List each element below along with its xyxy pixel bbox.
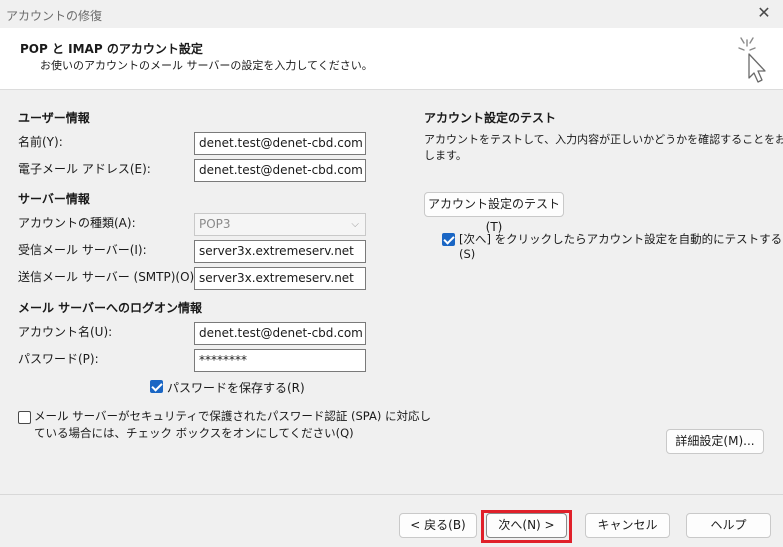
account-type-select: POP3 ⌵ — [194, 213, 366, 236]
more-settings-button[interactable]: 詳細設定(M)... — [666, 429, 764, 454]
incoming-server-label: 受信メール サーバー(I): — [18, 243, 147, 257]
user-info-heading: ユーザー情報 — [18, 111, 90, 125]
next-button-highlight — [481, 510, 572, 543]
account-type-label: アカウントの種類(A): — [18, 216, 136, 230]
test-heading: アカウント設定のテスト — [424, 111, 557, 125]
footer-divider — [0, 494, 783, 495]
dialog-header: POP と IMAP のアカウント設定 お使いのアカウントのメール サーバーの設… — [0, 28, 783, 90]
title-bar: アカウントの修復 ✕ — [0, 0, 783, 28]
spa-label-line2: ている場合には、チェック ボックスをオンにしてください(Q) — [34, 426, 354, 440]
logon-info-heading: メール サーバーへのログオン情報 — [18, 301, 203, 315]
spa-checkbox[interactable] — [18, 411, 31, 424]
back-button[interactable]: < 戻る(B) — [399, 513, 477, 538]
account-name-field[interactable]: denet.test@denet-cbd.com — [194, 322, 366, 345]
chevron-down-icon: ⌵ — [351, 219, 359, 230]
remember-password-label: パスワードを保存する(R) — [167, 381, 305, 395]
test-account-settings-button[interactable]: アカウント設定のテスト(T) — [424, 192, 564, 234]
auto-test-label-line1: [次へ] をクリックしたらアカウント設定を自動的にテストする — [459, 232, 783, 246]
header-title: POP と IMAP のアカウント設定 — [20, 42, 203, 56]
email-field[interactable]: denet.test@denet-cbd.com — [194, 159, 366, 182]
test-description-line1: アカウントをテストして、入力内容が正しいかどうかを確認することをお勧め — [424, 133, 783, 146]
password-field[interactable]: ******** — [194, 349, 366, 372]
account-name-label: アカウント名(U): — [18, 325, 113, 339]
setup-wand-icon — [738, 37, 766, 83]
name-field[interactable]: denet.test@denet-cbd.com — [194, 132, 366, 155]
outgoing-server-label: 送信メール サーバー (SMTP)(O): — [18, 270, 199, 284]
outgoing-server-field[interactable]: server3x.extremeserv.net — [194, 267, 366, 290]
close-icon[interactable]: ✕ — [753, 2, 775, 24]
window-title: アカウントの修復 — [6, 9, 103, 23]
spa-label-line1: メール サーバーがセキュリティで保護されたパスワード認証 (SPA) に対応し — [34, 409, 431, 423]
account-type-value: POP3 — [199, 217, 231, 231]
header-subtitle: お使いのアカウントのメール サーバーの設定を入力してください。 — [40, 59, 373, 72]
help-button[interactable]: ヘルプ — [686, 513, 771, 538]
name-label: 名前(Y): — [18, 135, 63, 149]
server-info-heading: サーバー情報 — [18, 192, 90, 206]
auto-test-label-line2: (S) — [459, 247, 476, 261]
password-label: パスワード(P): — [18, 352, 99, 366]
cancel-button[interactable]: キャンセル — [585, 513, 670, 538]
auto-test-checkbox[interactable] — [442, 233, 455, 246]
remember-password-checkbox[interactable] — [150, 380, 163, 393]
incoming-server-field[interactable]: server3x.extremeserv.net — [194, 240, 366, 263]
test-description-line2: します。 — [424, 149, 467, 162]
email-label: 電子メール アドレス(E): — [18, 162, 151, 176]
